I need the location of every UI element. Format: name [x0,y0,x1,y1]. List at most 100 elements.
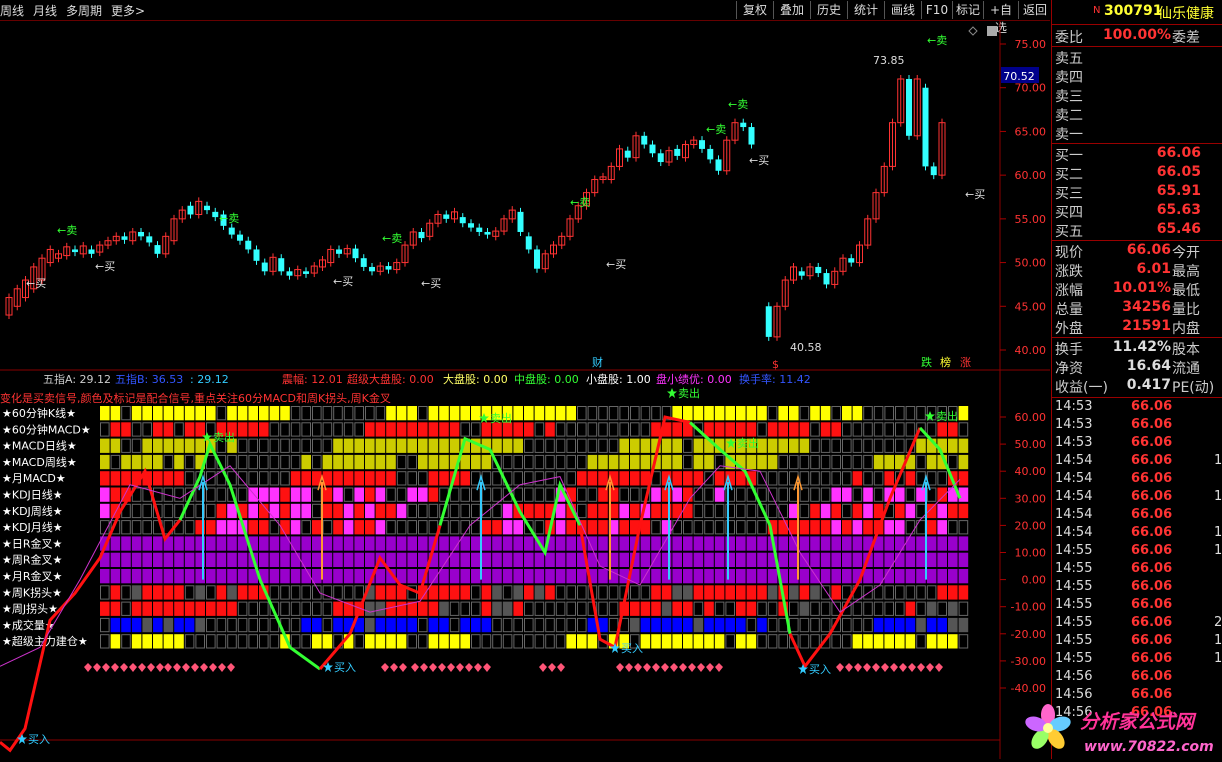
matrix-cell [471,536,481,551]
matrix-row-label: ★60分钟MACD★ [2,422,91,436]
matrix-cell [237,406,248,421]
matrix-cell-empty [524,454,534,470]
matrix-cell [227,585,237,600]
matrix-cell-empty [259,454,269,470]
matrix-cell [227,406,237,421]
matrix-cell [714,617,725,633]
restore-rights-button[interactable]: 复权 [736,1,773,19]
overlay-button[interactable]: 叠加 [773,1,810,19]
more-menu-button[interactable]: 更多> [111,2,145,19]
matrix-cell-empty [704,520,714,535]
matrix-cell [121,552,131,567]
matrix-cell-empty [704,487,714,502]
matrix-cell [958,569,969,584]
matrix-cell [386,552,396,567]
indicator-tick-label: -30.00 [1011,655,1046,668]
matrix-cell [651,585,661,600]
matrix-cell [365,601,375,616]
matrix-cell-empty [852,601,863,616]
tick-price: 66.06 [1131,507,1173,522]
matrix-cell-empty [873,406,884,421]
candle-sell-label: ←卖 [382,232,402,245]
tick-price: 66.06 [1131,453,1173,468]
indicator-tick-label: 40.00 [1015,465,1047,478]
matrix-cell [290,471,301,486]
matrix-cell [905,569,916,584]
chart-svg[interactable]: 75.00 70.00 65.00 60.00 55.00 50.00 45.00 40.00… [0,21,1050,759]
matrix-cell-empty [587,487,598,502]
draw-line-button[interactable]: 画线 [884,1,921,19]
matrix-cell [820,422,831,437]
matrix-cell [852,503,863,519]
tab-week-line[interactable]: 周线 [0,2,24,19]
matrix-cell [428,601,439,616]
matrix-cell-empty [725,634,736,649]
bid-row-4-label: 买四 [1055,205,1083,221]
matrix-cell-empty [195,634,205,649]
matrix-cell-empty [577,601,587,616]
matrix-cell [100,438,110,453]
matrix-cell-empty [163,503,174,519]
diamond-icon [456,663,464,672]
matrix-cell [524,406,534,421]
matrix-cell-empty [259,471,269,486]
matrix-cell [640,438,651,453]
matrix-cell [587,634,598,649]
ask-row-4-label: 卖四 [1055,70,1083,86]
matrix-cell-empty [852,438,863,453]
matrix-cell-empty [301,406,311,421]
matrix-cell-empty [577,487,587,502]
back-button[interactable]: 返回 [1018,1,1051,19]
matrix-cell-empty [534,471,545,486]
diamond-icon [102,663,110,672]
indicator-header-item: : 29.12 [190,373,229,386]
matrix-cell-empty [630,406,640,421]
f10-button[interactable]: F10 [921,1,952,19]
add-watchlist-button[interactable]: +自选 [983,1,1018,35]
matrix-cell-empty [131,520,142,535]
matrix-cell [683,601,693,616]
history-button[interactable]: 历史 [810,1,847,19]
matrix-cell [110,536,121,551]
mark-button[interactable]: 标记 [952,1,983,19]
tab-multi-period[interactable]: 多周期 [66,2,102,19]
matrix-cell [577,569,587,584]
diamond-icon [670,663,678,672]
matrix-row-label: ★日R金叉★ [2,536,63,550]
matrix-cell [174,536,184,551]
matrix-cell [407,552,417,567]
statistics-button[interactable]: 统计 [847,1,884,19]
matrix-cell-empty [693,601,704,616]
candle-body [649,144,656,154]
matrix-cell [948,585,958,600]
matrix-cell [555,406,566,421]
event-label-rise: 涨 [960,356,971,369]
matrix-cell [121,536,131,551]
matrix-cell [672,487,682,502]
matrix-cell-empty [640,585,651,600]
matrix-cell [153,454,163,470]
matrix-cell [831,487,841,502]
matrix-cell [693,438,704,453]
new-stock-flag: N [1093,5,1101,16]
indicator-header-item: 五指A: 29.12 [43,372,111,386]
toolbar: 周线 月线 多周期 更多> 复权 叠加 历史 统计 画线 F10 标记 +自选 … [0,0,1051,35]
matrix-cell-empty [269,438,280,453]
matrix-cell-empty [216,634,227,649]
matrix-cell [174,617,184,633]
matrix-cell [937,585,947,600]
matrix-cell [884,520,894,535]
matrix-cell-empty [121,585,131,600]
chart-area[interactable]: 75.00 70.00 65.00 60.00 55.00 50.00 45.00 40.00… [0,21,1050,759]
matrix-cell-empty [216,406,227,421]
matrix-cell [375,585,386,600]
tab-month-line[interactable]: 月线 [33,2,57,19]
matrix-cell-empty [714,601,725,616]
bid-row-3: 买三 65.91 [1052,183,1222,202]
matrix-cell [100,487,110,502]
fund-row-2: 收益(一) 0.417 PE(动) [1052,377,1222,396]
matrix-cell [820,536,831,551]
candle-sell-label: ←卖 [728,98,748,111]
matrix-cell [736,585,746,600]
matrix-cell-empty [810,454,820,470]
